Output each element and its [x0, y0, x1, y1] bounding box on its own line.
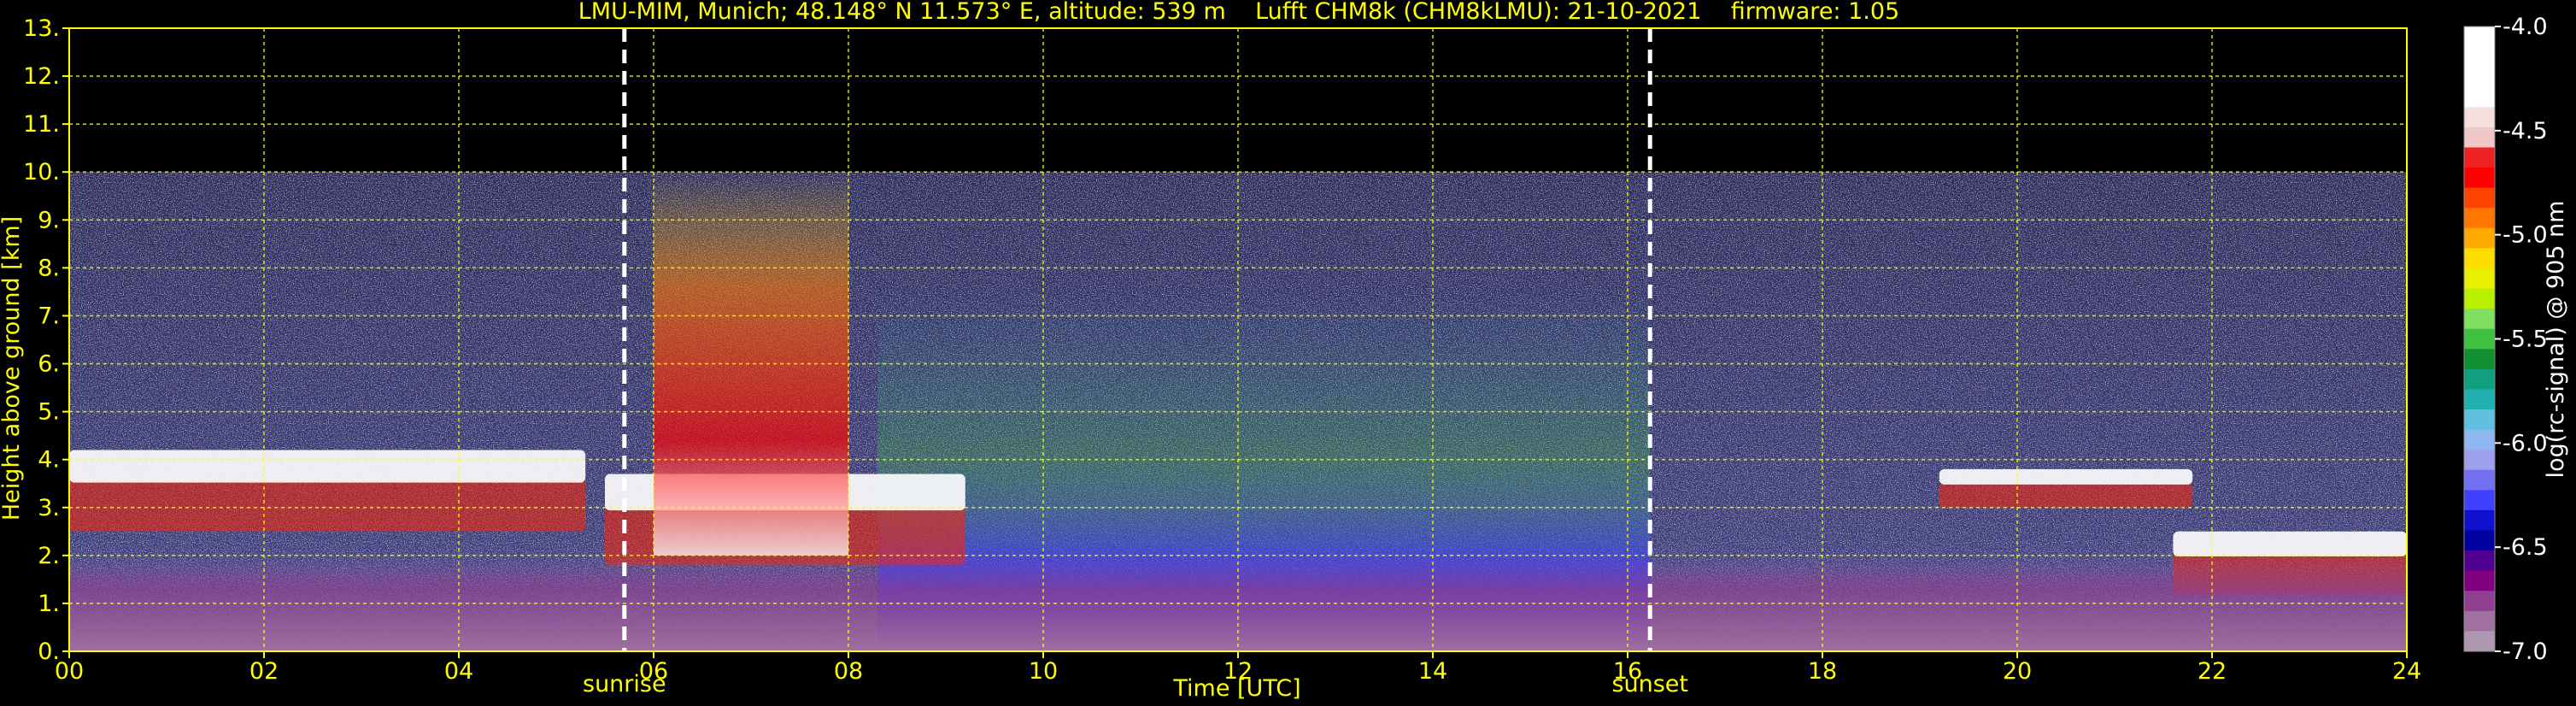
colorbar-swatch: [2464, 187, 2495, 209]
colorbar-swatch: [2464, 26, 2495, 48]
x-tick-label: 06: [639, 658, 668, 685]
y-tick-label: 6.: [38, 351, 60, 378]
colorbar-swatch: [2464, 147, 2495, 168]
colorbar-swatch: [2464, 591, 2495, 612]
feature-elevated-aerosol: [654, 172, 848, 556]
y-axis-label: Height above ground [km]: [0, 216, 25, 521]
colorbar-swatch: [2464, 67, 2495, 88]
colorbar-swatch: [2464, 610, 2495, 632]
colorbar-swatch: [2464, 268, 2495, 290]
colorbar-swatch: [2464, 450, 2495, 471]
colorbar-swatch: [2464, 126, 2495, 149]
y-tick-label: 13.: [23, 15, 60, 42]
y-tick-label: 9.: [38, 207, 60, 233]
colorbar-swatch: [2464, 389, 2495, 410]
y-tick-label: 8.: [38, 255, 60, 281]
feature-cloud-4: [1939, 468, 2193, 508]
colorbar-swatch: [2464, 490, 2495, 511]
colorbar-swatch: [2464, 227, 2495, 249]
cloud-top: [69, 450, 586, 483]
colorbar-swatch: [2464, 107, 2495, 128]
colorbar: -4.0 -4.5 -5.0 -5.5 -6.0 -6.5 -7.0: [2463, 14, 2548, 665]
y-tick-label: 1.: [38, 591, 60, 617]
colorbar-swatch: [2464, 550, 2495, 572]
colorbar-swatch: [2464, 631, 2495, 652]
colorbar-swatch: [2464, 309, 2495, 330]
colorbar-swatch: [2464, 46, 2495, 68]
x-tick-label: 14: [1418, 658, 1447, 685]
x-tick-label: 20: [2003, 658, 2032, 685]
x-tick-label: 10: [1029, 658, 1058, 685]
colorbar-swatch: [2464, 328, 2495, 350]
colorbar-swatch: [2464, 530, 2495, 551]
y-tick-label: 11.: [23, 111, 60, 138]
colorbar-swatch: [2464, 248, 2495, 269]
x-tick-label: 24: [2392, 658, 2421, 685]
colorbar-swatch: [2464, 368, 2495, 391]
x-tick-label: 02: [249, 658, 279, 685]
x-tick-label: 08: [834, 658, 863, 685]
cloud-top: [2173, 531, 2407, 556]
ceilometer-chart: sunrise sunset 00 02 04 06 08 10 12 14 16 18 20 22 24…: [0, 0, 2569, 702]
y-tick-label: 12.: [23, 63, 60, 90]
x-tick-label: 04: [444, 658, 473, 685]
cloud-core: [1939, 482, 2193, 508]
colorbar-tick-label: -4.5: [2503, 118, 2548, 144]
colorbar-label: log(rc-signal) @ 905 nm: [2543, 201, 2569, 479]
y-tick-label: 0.: [38, 638, 60, 665]
y-tick-label: 5.: [38, 399, 60, 426]
colorbar-swatch: [2464, 349, 2495, 370]
colorbar-swatch: [2464, 288, 2495, 309]
feature-cloud-1: [69, 450, 586, 532]
cloud-top: [1939, 468, 2193, 485]
y-tick-label: 2.: [38, 543, 60, 569]
colorbar-swatch: [2464, 409, 2495, 431]
x-axis-label: Time [UTC]: [1172, 675, 1300, 702]
colorbar-tick-label: -5.5: [2503, 327, 2548, 353]
y-tick-label: 7.: [38, 303, 60, 329]
y-tick-label: 10.: [23, 159, 60, 185]
y-tick-label: 4.: [38, 447, 60, 474]
colorbar-swatch: [2464, 570, 2495, 591]
x-tick-label: 16: [1613, 658, 1642, 685]
colorbar-swatch: [2464, 509, 2495, 532]
colorbar-tick-label: -7.0: [2503, 638, 2548, 665]
colorbar-swatch: [2464, 208, 2495, 229]
colorbar-swatch: [2464, 168, 2495, 189]
x-tick-label: 18: [1808, 658, 1837, 685]
x-tick-label: 22: [2198, 658, 2227, 685]
colorbar-tick-label: -6.0: [2503, 430, 2548, 456]
y-tick-label: 3.: [38, 495, 60, 521]
colorbar-tick-label: -4.0: [2503, 14, 2548, 40]
colorbar-tick-label: -6.5: [2503, 534, 2548, 561]
colorbar-swatch: [2464, 469, 2495, 491]
colorbar-swatch: [2464, 86, 2495, 108]
colorbar-tick-label: -5.0: [2503, 222, 2548, 249]
cloud-core: [69, 478, 586, 532]
colorbar-swatch: [2464, 429, 2495, 450]
chart-title: LMU-MIM, Munich; 48.148° N 11.573° E, al…: [578, 0, 1899, 25]
